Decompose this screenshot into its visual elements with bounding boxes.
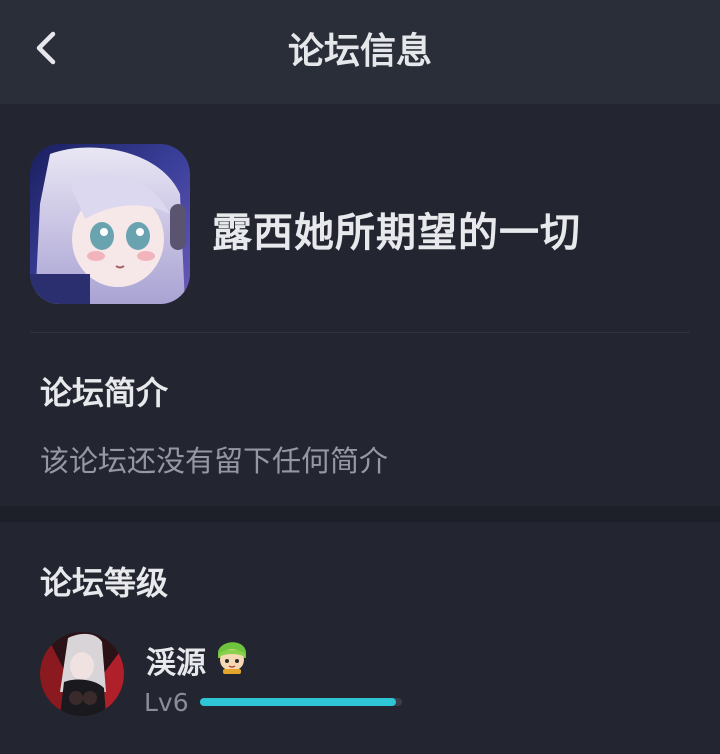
forum-name: 露西她所期望的一切 (212, 210, 581, 256)
intro-section-title: 论坛简介 (40, 374, 169, 412)
user-name[interactable]: 渓源 (146, 638, 206, 682)
forum-info-card: 露西她所期望的一切 论坛简介 该论坛还没有留下任何简介 (0, 104, 720, 506)
level-progress-fill (200, 698, 396, 706)
forum-level-card: 论坛等级 渓源 Lv6 (0, 522, 720, 754)
page-title: 论坛信息 (287, 31, 432, 72)
intro-text: 该论坛还没有留下任何简介 (40, 444, 389, 478)
level-progress-bar (200, 698, 402, 706)
level-section-title: 论坛等级 (40, 564, 169, 602)
avatar[interactable] (40, 632, 124, 716)
green-hair-character-badge-icon (212, 636, 252, 676)
level-label: Lv6 (144, 688, 189, 717)
app-header: 论坛信息 (0, 0, 720, 104)
divider (30, 332, 690, 333)
forum-avatar (30, 144, 190, 304)
